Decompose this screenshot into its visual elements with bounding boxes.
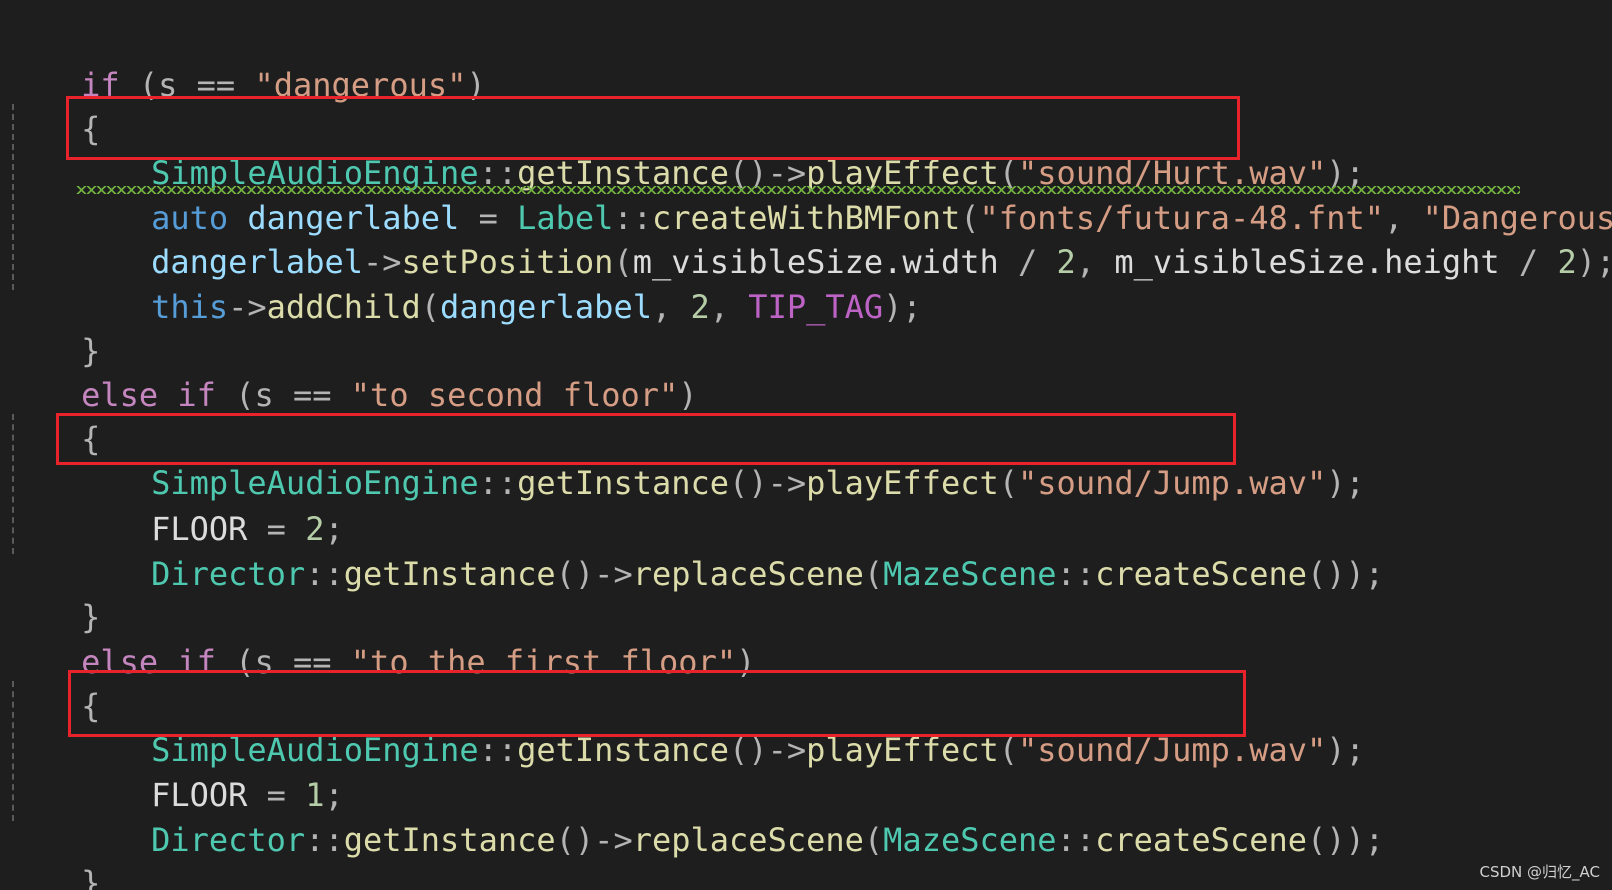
code-line[interactable]: this->addChild(dangerlabel, 2, TIP_TAG); xyxy=(4,238,922,326)
token-punct: () xyxy=(1307,821,1346,859)
code-line[interactable]: SimpleAudioEngine::getInstance()->playEf… xyxy=(4,681,1365,769)
code-line[interactable]: { xyxy=(4,637,100,725)
token-operator: :: xyxy=(478,464,518,502)
token-member: m_visibleSize.height xyxy=(1114,243,1500,281)
token-punct: () xyxy=(729,731,768,769)
token-class: Director xyxy=(151,555,306,593)
token-function: getInstance xyxy=(517,731,730,769)
token-punct: , xyxy=(709,288,749,326)
token-keyword: this xyxy=(151,288,229,326)
token-punct: , xyxy=(651,288,691,326)
token-punct: () xyxy=(729,464,768,502)
token-keyword: if xyxy=(177,376,216,414)
token-function: getInstance xyxy=(343,821,556,859)
token-class: MazeScene xyxy=(883,821,1057,859)
token-punct: , xyxy=(1075,243,1115,281)
token-variable: s xyxy=(158,66,178,104)
token-function: playEffect xyxy=(806,731,999,769)
token-number: 2 xyxy=(690,288,710,326)
token-punct: ); xyxy=(1345,821,1385,859)
token-class: Director xyxy=(151,821,306,859)
token-function: createScene xyxy=(1095,555,1307,593)
token-function: replaceScene xyxy=(632,821,864,859)
code-line[interactable]: dangerlabel->setPosition(m_visibleSize.w… xyxy=(4,193,1612,281)
code-line[interactable]: FLOOR = 1; xyxy=(4,726,344,814)
code-line[interactable]: Director::getInstance()->replaceScene(Ma… xyxy=(4,505,1384,593)
code-line[interactable]: FLOOR = 2; xyxy=(4,460,344,548)
code-line[interactable]: SimpleAudioEngine::getInstance()->playEf… xyxy=(4,414,1365,502)
token-punct: ( xyxy=(998,464,1019,502)
token-keyword: if xyxy=(177,643,216,681)
token-punct: ) xyxy=(678,376,698,414)
token-operator: / xyxy=(998,243,1057,281)
token-string: "dangerous" xyxy=(254,66,467,104)
token-variable: dangerlabel xyxy=(440,288,652,326)
token-punct: ); xyxy=(1326,731,1365,769)
token-punct: ( xyxy=(998,731,1019,769)
token-operator: -> xyxy=(767,731,807,769)
token-function: replaceScene xyxy=(632,555,864,593)
token-punct: () xyxy=(555,821,595,859)
token-operator: :: xyxy=(305,555,344,593)
token-string: "sound/Jump.wav" xyxy=(1018,731,1327,769)
token-macro: TIP_TAG xyxy=(748,288,884,326)
code-line[interactable]: } xyxy=(4,548,100,636)
token-operator: :: xyxy=(305,821,344,859)
code-line[interactable]: else if (s == "to second floor") xyxy=(4,326,698,414)
code-line[interactable]: if (s == "dangerous") xyxy=(4,16,486,104)
token-punct: ); xyxy=(1576,243,1612,281)
token-punct: ); xyxy=(883,288,922,326)
token-string: "sound/Jump.wav" xyxy=(1018,464,1327,502)
token-variable: s xyxy=(254,643,274,681)
token-punct: ( xyxy=(119,66,159,104)
token-operator: :: xyxy=(478,731,518,769)
token-punct: ( xyxy=(863,555,884,593)
token-class: MazeScene xyxy=(883,555,1057,593)
code-line[interactable]: { xyxy=(4,60,100,148)
token-variable: s xyxy=(254,376,274,414)
token-punct: ( xyxy=(420,288,441,326)
token-operator: -> xyxy=(767,464,807,502)
token-punct: () xyxy=(555,555,595,593)
token-number: 2 xyxy=(1056,243,1076,281)
token-number: 2 xyxy=(1557,243,1577,281)
token-punct: ) xyxy=(466,66,486,104)
token-operator: :: xyxy=(1056,555,1096,593)
token-punct: ( xyxy=(863,821,884,859)
token-string: "to the first floor" xyxy=(350,643,737,681)
token-operator: :: xyxy=(1056,821,1096,859)
code-line[interactable]: else if (s == "to the first floor") xyxy=(4,593,755,681)
token-punct: ( xyxy=(215,643,255,681)
token-function: getInstance xyxy=(517,464,730,502)
token-punct: () xyxy=(1307,555,1346,593)
token-punct: ); xyxy=(1326,464,1365,502)
token-operator: -> xyxy=(228,288,267,326)
code-line[interactable]: } xyxy=(4,282,100,370)
token-function: addChild xyxy=(266,288,421,326)
token-string: "to second floor" xyxy=(350,376,679,414)
token-function: createScene xyxy=(1095,821,1307,859)
token-function: playEffect xyxy=(806,464,999,502)
token-operator: / xyxy=(1499,243,1558,281)
token-function: getInstance xyxy=(343,555,556,593)
token-punct: ( xyxy=(215,376,255,414)
token-operator: == xyxy=(273,376,351,414)
token-brace: } xyxy=(81,864,101,890)
token-punct: ) xyxy=(736,643,756,681)
token-operator: -> xyxy=(594,821,633,859)
token-punct: ); xyxy=(1345,555,1385,593)
watermark: CSDN @归忆_AC xyxy=(1479,863,1600,881)
code-line[interactable]: { xyxy=(4,370,100,458)
token-operator: == xyxy=(177,66,255,104)
code-line[interactable]: Director::getInstance()->replaceScene(Ma… xyxy=(4,771,1384,859)
code-line[interactable]: } xyxy=(4,814,100,890)
code-line[interactable]: SimpleAudioEngine::getInstance()->playEf… xyxy=(4,104,1365,192)
token-operator: -> xyxy=(594,555,633,593)
token-operator: == xyxy=(273,643,351,681)
code-editor[interactable]: if (s == "dangerous") { SimpleAudioEngin… xyxy=(0,0,1612,890)
